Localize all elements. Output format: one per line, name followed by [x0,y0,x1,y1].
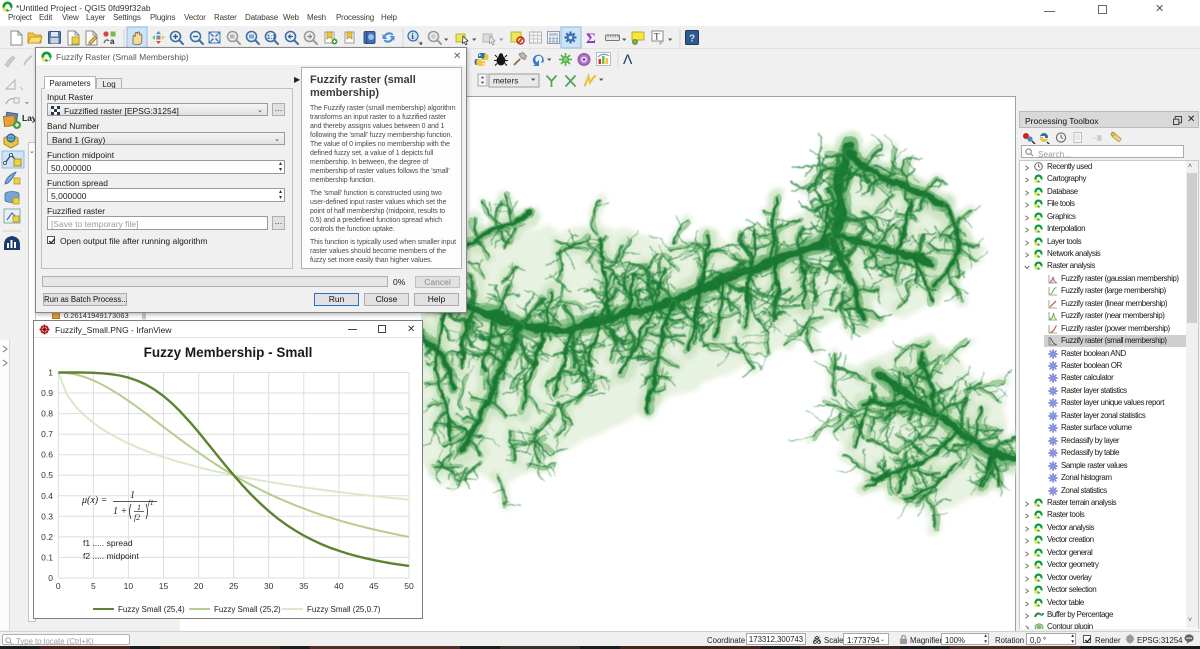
svg-text:30: 30 [264,581,274,591]
svg-text:0.6: 0.6 [41,450,53,460]
svg-text:1: 1 [137,503,141,512]
svg-text:f1 ..... spread: f1 ..... spread [83,538,133,548]
svg-text:?: ? [689,34,695,45]
svg-text:0.3: 0.3 [41,511,53,521]
svg-text:0: 0 [48,573,53,583]
svg-text:1 +: 1 + [113,506,127,517]
svg-text:1:1: 1:1 [267,35,276,41]
svg-text:0.1: 0.1 [41,552,53,562]
svg-text:f1: f1 [148,499,153,507]
svg-text:0: 0 [56,581,61,591]
svg-text:15: 15 [159,581,169,591]
svg-text:Fuzzy Membership - Small: Fuzzy Membership - Small [144,345,313,360]
svg-text:Fuzzy Small (25,0.7): Fuzzy Small (25,0.7) [307,605,381,614]
svg-text:5: 5 [91,581,96,591]
svg-text:45: 45 [369,581,379,591]
svg-text:0.9: 0.9 [41,388,53,398]
svg-text:20: 20 [194,581,204,591]
svg-text:Fuzzy Small (25,4): Fuzzy Small (25,4) [118,605,185,614]
svg-text:10: 10 [124,581,134,591]
svg-text:25: 25 [229,581,239,591]
svg-text:35: 35 [299,581,309,591]
svg-text:Λ: Λ [623,51,633,67]
svg-text:f2 ..... midpoint: f2 ..... midpoint [83,551,139,561]
svg-text:40: 40 [334,581,344,591]
svg-text:Σ: Σ [586,31,596,47]
svg-text:f2: f2 [134,513,140,522]
svg-text:1: 1 [130,490,135,501]
svg-text:1: 1 [48,368,53,378]
svg-text:T: T [654,32,660,42]
svg-text:meters: meters [493,76,518,86]
svg-text:a: a [110,37,115,46]
svg-text:0.2: 0.2 [41,532,53,542]
svg-text:Fuzzy Small (25,2): Fuzzy Small (25,2) [214,605,281,614]
svg-text:0.7: 0.7 [41,429,53,439]
svg-text:0.5: 0.5 [41,470,53,480]
svg-text:0.8: 0.8 [41,409,53,419]
svg-text:μ(x) =: μ(x) = [81,495,107,506]
svg-text:50: 50 [404,581,414,591]
svg-text:0.4: 0.4 [41,491,53,501]
